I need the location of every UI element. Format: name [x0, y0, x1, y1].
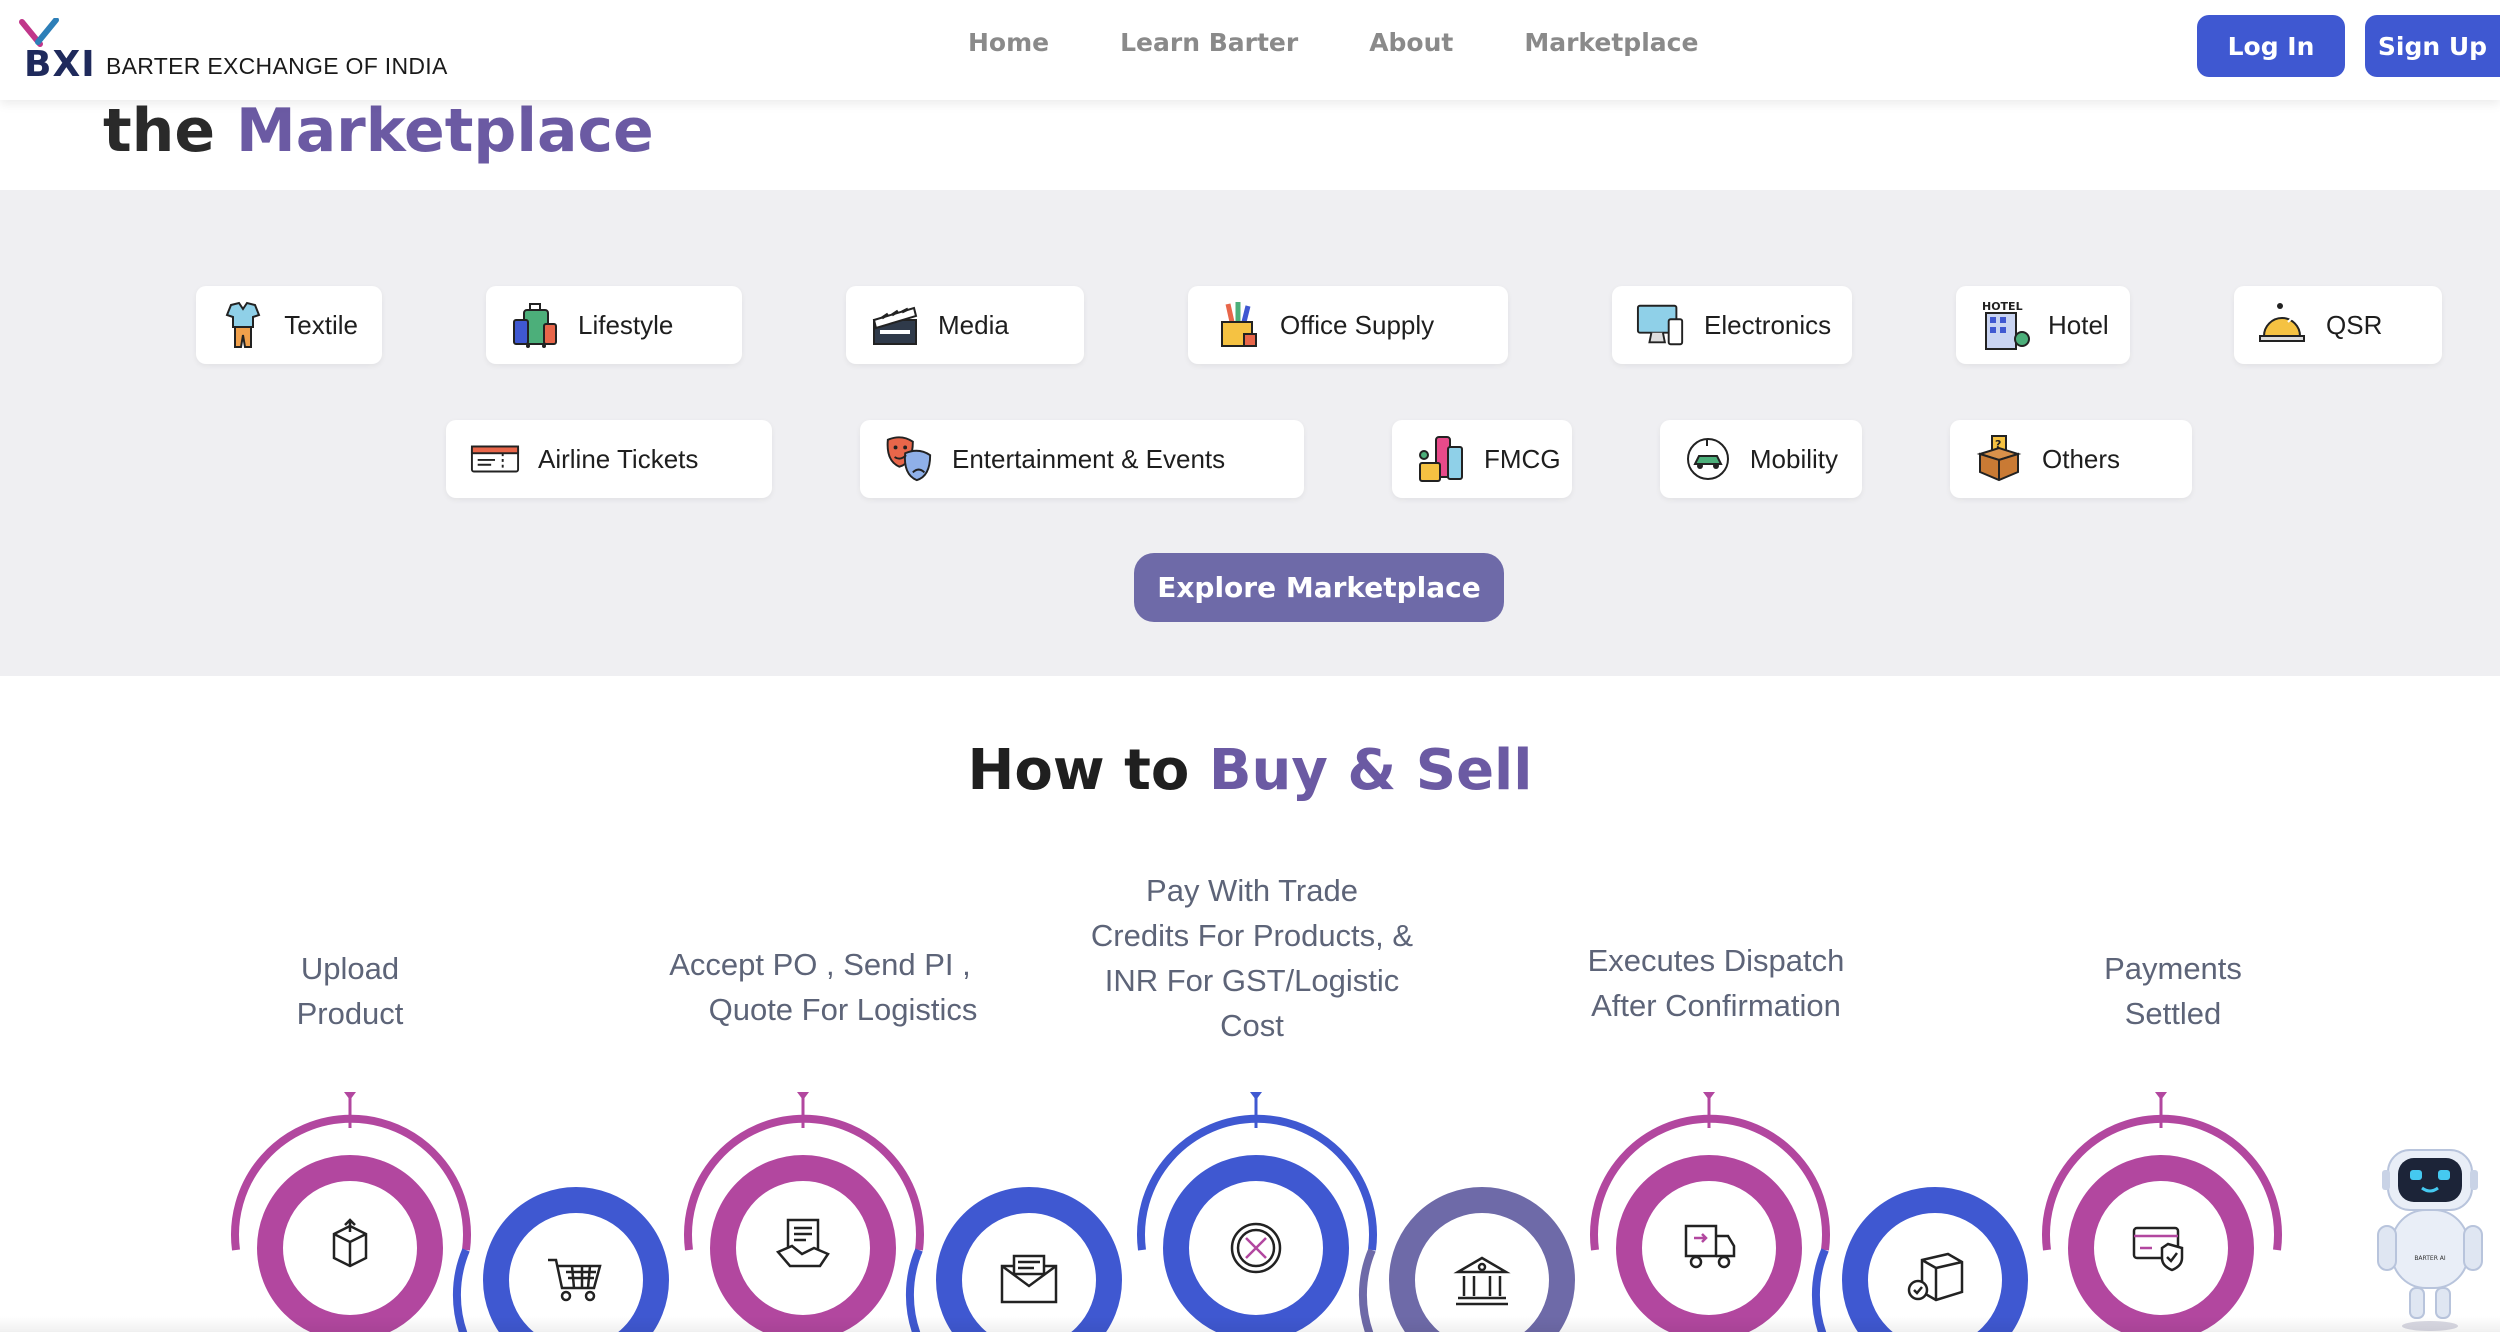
logo-company-name: BARTER EXCHANGE OF INDIA	[106, 53, 448, 79]
clothes-icon	[220, 300, 266, 350]
category-chip-hotel[interactable]: HOTEL Hotel	[1956, 286, 2130, 364]
process-rings	[231, 1092, 2282, 1332]
hero-title-prefix: the	[103, 96, 216, 166]
site-header: BXI BARTER EXCHANGE OF INDIA Home Learn …	[0, 0, 2500, 100]
step-label-upload: Upload Product	[296, 951, 404, 1031]
main-nav: Home Learn Barter About Marketplace	[968, 28, 1769, 57]
category-label: Textile	[284, 309, 358, 340]
step-label-pay-with-trade-credits: Pay With Trade Credits For Products, & I…	[1090, 873, 1414, 1043]
nav-learn-barter[interactable]: Learn Barter	[1120, 28, 1298, 57]
logo-bxi-text: BXI	[24, 44, 96, 85]
robot-badge-text: BARTER AI	[2414, 1255, 2446, 1262]
ring-bank	[1389, 1187, 1575, 1332]
trade-coin-icon	[1230, 1222, 1282, 1274]
brand-logo[interactable]: BXI BARTER EXCHANGE OF INDIA	[18, 14, 448, 85]
pencil-holder-icon	[1212, 300, 1262, 350]
category-label: Electronics	[1704, 309, 1832, 340]
category-chip-qsr[interactable]: QSR	[2234, 286, 2442, 364]
category-label: Others	[2042, 443, 2121, 474]
theatre-masks-icon	[884, 434, 934, 484]
category-label: Airline Tickets	[538, 443, 699, 474]
nav-about[interactable]: About	[1369, 28, 1453, 57]
category-chip-airline-tickets[interactable]: Airline Tickets	[446, 420, 772, 498]
category-chip-entertainment-events[interactable]: Entertainment & Events	[860, 420, 1304, 498]
category-chip-electronics[interactable]: Electronics	[1612, 286, 1852, 364]
category-chip-fmcg[interactable]: FMCG	[1392, 420, 1572, 498]
hotel-building-icon: HOTEL	[1980, 300, 2030, 350]
open-box-icon: ?	[1974, 434, 2024, 484]
ticket-icon	[470, 434, 520, 484]
category-label: Mobility	[1749, 443, 1838, 474]
step-label-payments-settled: Payments Settled	[2104, 951, 2242, 1031]
explore-marketplace-button[interactable]: Explore Marketplace	[1134, 553, 1504, 622]
category-label: Media	[938, 309, 1009, 340]
how-to-title-accent: Buy & Sell	[1208, 738, 1533, 803]
bottom-fade	[0, 1316, 2500, 1332]
step-label-executes-dispatch: Executes Dispatch After Confirmation	[1587, 943, 1845, 1023]
login-button[interactable]: Log In	[2197, 15, 2345, 77]
how-to-title: How to Buy & Sell	[0, 738, 2500, 803]
hero-title: the Marketplace	[103, 96, 654, 166]
svg-text:HOTEL: HOTEL	[1982, 300, 2023, 313]
category-chip-lifestyle[interactable]: Lifestyle	[486, 286, 742, 364]
nav-home[interactable]: Home	[968, 28, 1049, 57]
category-label: QSR	[2326, 309, 2383, 340]
page: the Marketplace BXI BARTER EXCHANGE OF I…	[0, 0, 2500, 1332]
chat-assistant-robot[interactable]: BARTER AI	[2370, 1140, 2490, 1332]
category-chip-textile[interactable]: Textile	[196, 286, 382, 364]
bxi-logo-mark: BXI	[18, 18, 98, 85]
serving-cloche-icon	[2258, 300, 2308, 350]
nav-marketplace[interactable]: Marketplace	[1524, 28, 1698, 57]
luggage-icon	[510, 300, 560, 350]
how-to-title-prefix: How to	[967, 738, 1190, 803]
category-label: Office Supply	[1280, 309, 1435, 340]
clapperboard-icon	[870, 300, 920, 350]
category-chip-media[interactable]: Media	[846, 286, 1084, 364]
category-label: Entertainment & Events	[952, 443, 1226, 474]
category-label: Lifestyle	[578, 309, 674, 340]
ring-step-accept	[710, 1155, 896, 1332]
category-chip-others[interactable]: ? Others	[1950, 420, 2192, 498]
hero-title-accent: Marketplace	[235, 96, 654, 166]
category-label: Hotel	[2048, 309, 2109, 340]
ring-step-dispatch	[1616, 1155, 1802, 1332]
monitor-icon	[1636, 300, 1686, 350]
category-label: FMCG	[1484, 443, 1561, 474]
category-chip-office-supply[interactable]: Office Supply	[1188, 286, 1508, 364]
category-chip-mobility[interactable]: Mobility	[1660, 420, 1862, 498]
grocery-icon	[1416, 434, 1466, 484]
step-label-accept-po: Accept PO , Send PI , Quote For Logistic…	[669, 947, 978, 1027]
robot-icon: BARTER AI	[2377, 1149, 2483, 1331]
signup-button[interactable]: Sign Up	[2365, 15, 2500, 77]
electric-car-icon	[1684, 434, 1732, 484]
